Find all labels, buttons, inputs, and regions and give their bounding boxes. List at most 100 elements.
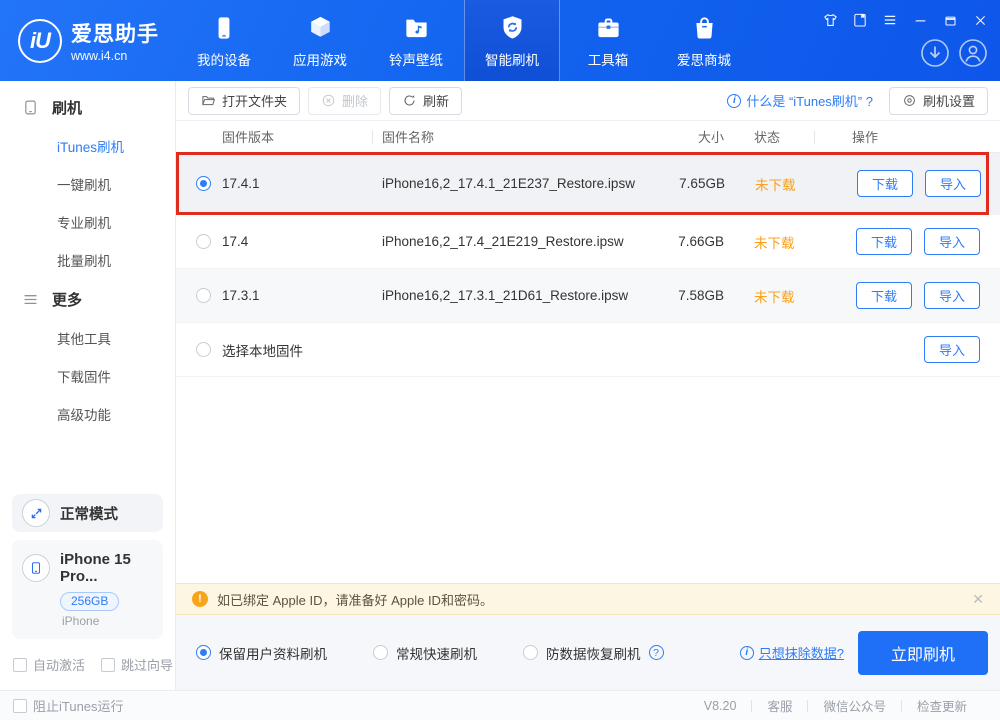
erase-data-link[interactable]: i 只想抹除数据? <box>740 643 844 662</box>
shield-refresh-icon <box>499 13 526 43</box>
nav-toolbox[interactable]: 工具箱 <box>560 0 656 81</box>
column-header-actions: 操作 <box>824 127 984 146</box>
column-header-status: 状态 <box>724 127 824 146</box>
footer-link-wechat[interactable]: 微信公众号 <box>808 696 901 715</box>
minimize-icon[interactable] <box>910 10 930 30</box>
device-mode-card[interactable]: 正常模式 <box>12 494 163 532</box>
column-header-size: 大小 <box>634 127 724 146</box>
device-name: iPhone 15 Pro... <box>60 551 153 585</box>
column-header-name: 固件名称 <box>382 127 634 146</box>
logo-icon: iU <box>18 19 62 63</box>
device-type: iPhone <box>62 614 153 628</box>
shopping-bag-icon <box>691 13 718 43</box>
device-icon <box>211 13 237 43</box>
device-card[interactable]: iPhone 15 Pro... 256GB iPhone <box>12 540 163 639</box>
nav-label: 应用游戏 <box>293 49 347 69</box>
user-account-icon[interactable] <box>958 38 988 68</box>
footer-link-check-update[interactable]: 检查更新 <box>902 696 982 715</box>
device-icon <box>22 99 39 116</box>
flash-now-button[interactable]: 立即刷机 <box>858 631 988 675</box>
info-icon: i <box>740 646 754 660</box>
firmware-size: 7.65GB <box>635 176 725 191</box>
import-button[interactable]: 导入 <box>924 336 980 363</box>
version-label: V8.20 <box>689 699 752 713</box>
close-icon[interactable] <box>970 10 990 30</box>
sidebar-item-one-click-flash[interactable]: 一键刷机 <box>0 165 175 203</box>
nav-smart-flash[interactable]: 智能刷机 <box>464 0 560 81</box>
nav-label: 铃声壁纸 <box>389 49 443 69</box>
import-button[interactable]: 导入 <box>924 228 980 255</box>
checkbox-icon <box>13 658 27 672</box>
firmware-status: 未下载 <box>725 174 825 194</box>
menu-lines-icon <box>22 291 39 308</box>
sidebar-group-flash[interactable]: 刷机 <box>0 87 175 127</box>
nav-label: 工具箱 <box>588 49 629 69</box>
download-button[interactable]: 下载 <box>857 170 913 197</box>
firmware-status: 未下载 <box>724 232 824 252</box>
footer-link-support[interactable]: 客服 <box>752 696 807 715</box>
help-question-icon[interactable]: ? <box>649 645 664 660</box>
nav-my-devices[interactable]: 我的设备 <box>176 0 272 81</box>
music-folder-icon <box>403 13 430 43</box>
download-manager-icon[interactable] <box>920 38 950 68</box>
import-button[interactable]: 导入 <box>924 282 980 309</box>
feedback-card-icon[interactable] <box>850 10 870 30</box>
firmware-name: iPhone16,2_17.4.1_21E237_Restore.ipsw <box>382 176 635 191</box>
sidebar-item-itunes-flash[interactable]: iTunes刷机 <box>0 127 175 165</box>
firmware-row-17-4-1[interactable]: 17.4.1 iPhone16,2_17.4.1_21E237_Restore.… <box>176 153 1000 215</box>
row-radio-selected[interactable] <box>196 176 211 191</box>
mode-label: 正常模式 <box>60 503 118 524</box>
firmware-status: 未下载 <box>724 286 824 306</box>
sidebar-group-title: 更多 <box>52 289 82 310</box>
firmware-toolbar: 打开文件夹 删除 刷新 i 什么是 “iTunes刷机” ? <box>176 81 1000 121</box>
radio-normal-flash[interactable]: 常规快速刷机 <box>373 643 477 663</box>
window-controls <box>750 0 1000 81</box>
row-radio[interactable] <box>196 288 211 303</box>
maximize-icon[interactable] <box>940 10 960 30</box>
firmware-table-body: 17.4.1 iPhone16,2_17.4.1_21E237_Restore.… <box>176 153 1000 377</box>
menu-icon[interactable] <box>880 10 900 30</box>
sidebar-item-other-tools[interactable]: 其他工具 <box>0 319 175 357</box>
radio-icon <box>373 645 388 660</box>
checkbox-skip-setup[interactable]: 跳过向导 <box>101 655 173 674</box>
delete-button[interactable]: 删除 <box>308 87 381 115</box>
firmware-row-local-file[interactable]: 选择本地固件 导入 <box>176 323 1000 377</box>
what-is-itunes-flash-link[interactable]: i 什么是 “iTunes刷机” ? <box>727 91 873 110</box>
sidebar-item-advanced[interactable]: 高级功能 <box>0 395 175 433</box>
sidebar-group-title: 刷机 <box>52 97 82 118</box>
device-capacity-badge: 256GB <box>60 592 119 611</box>
firmware-row-17-3-1[interactable]: 17.3.1 iPhone16,2_17.3.1_21D61_Restore.i… <box>176 269 1000 323</box>
folder-open-icon <box>201 93 216 108</box>
mode-arrows-icon <box>22 499 50 527</box>
checkbox-block-itunes[interactable]: 阻止iTunes运行 <box>13 696 124 715</box>
sidebar-group-more[interactable]: 更多 <box>0 279 175 319</box>
refresh-button[interactable]: 刷新 <box>389 87 462 115</box>
footer: 阻止iTunes运行 V8.20 客服 微信公众号 检查更新 <box>0 690 1000 720</box>
sidebar: 刷机 iTunes刷机 一键刷机 专业刷机 批量刷机 更多 其他工具 下载固件 … <box>0 81 176 690</box>
row-radio[interactable] <box>196 234 211 249</box>
checkbox-auto-activate[interactable]: 自动激活 <box>13 655 85 674</box>
row-radio[interactable] <box>196 342 211 357</box>
download-button[interactable]: 下载 <box>856 228 912 255</box>
firmware-row-17-4[interactable]: 17.4 iPhone16,2_17.4_21E219_Restore.ipsw… <box>176 215 1000 269</box>
nav-ringtones-wallpapers[interactable]: 铃声壁纸 <box>368 0 464 81</box>
firmware-size: 7.66GB <box>634 234 724 249</box>
app-url: www.i4.cn <box>71 49 159 63</box>
radio-anti-recovery-flash[interactable]: 防数据恢复刷机 ? <box>523 643 664 663</box>
notice-close-icon[interactable]: ✕ <box>972 591 984 608</box>
flash-settings-button[interactable]: 刷机设置 <box>889 87 988 115</box>
download-button[interactable]: 下载 <box>856 282 912 309</box>
sidebar-item-pro-flash[interactable]: 专业刷机 <box>0 203 175 241</box>
import-button[interactable]: 导入 <box>925 170 981 197</box>
phone-icon <box>22 554 50 582</box>
nav-store[interactable]: 爱思商城 <box>656 0 752 81</box>
open-folder-button[interactable]: 打开文件夹 <box>188 87 300 115</box>
radio-keep-user-data[interactable]: 保留用户资料刷机 <box>196 643 327 663</box>
apple-id-notice: ! 如已绑定 Apple ID，请准备好 Apple ID和密码。 ✕ <box>176 583 1000 615</box>
theme-skin-icon[interactable] <box>820 10 840 30</box>
app-logo: iU 爱思助手 www.i4.cn <box>0 0 176 81</box>
nav-apps-games[interactable]: 应用游戏 <box>272 0 368 81</box>
sidebar-item-download-firmware[interactable]: 下载固件 <box>0 357 175 395</box>
sidebar-item-batch-flash[interactable]: 批量刷机 <box>0 241 175 279</box>
firmware-version: 17.4.1 <box>222 176 382 191</box>
